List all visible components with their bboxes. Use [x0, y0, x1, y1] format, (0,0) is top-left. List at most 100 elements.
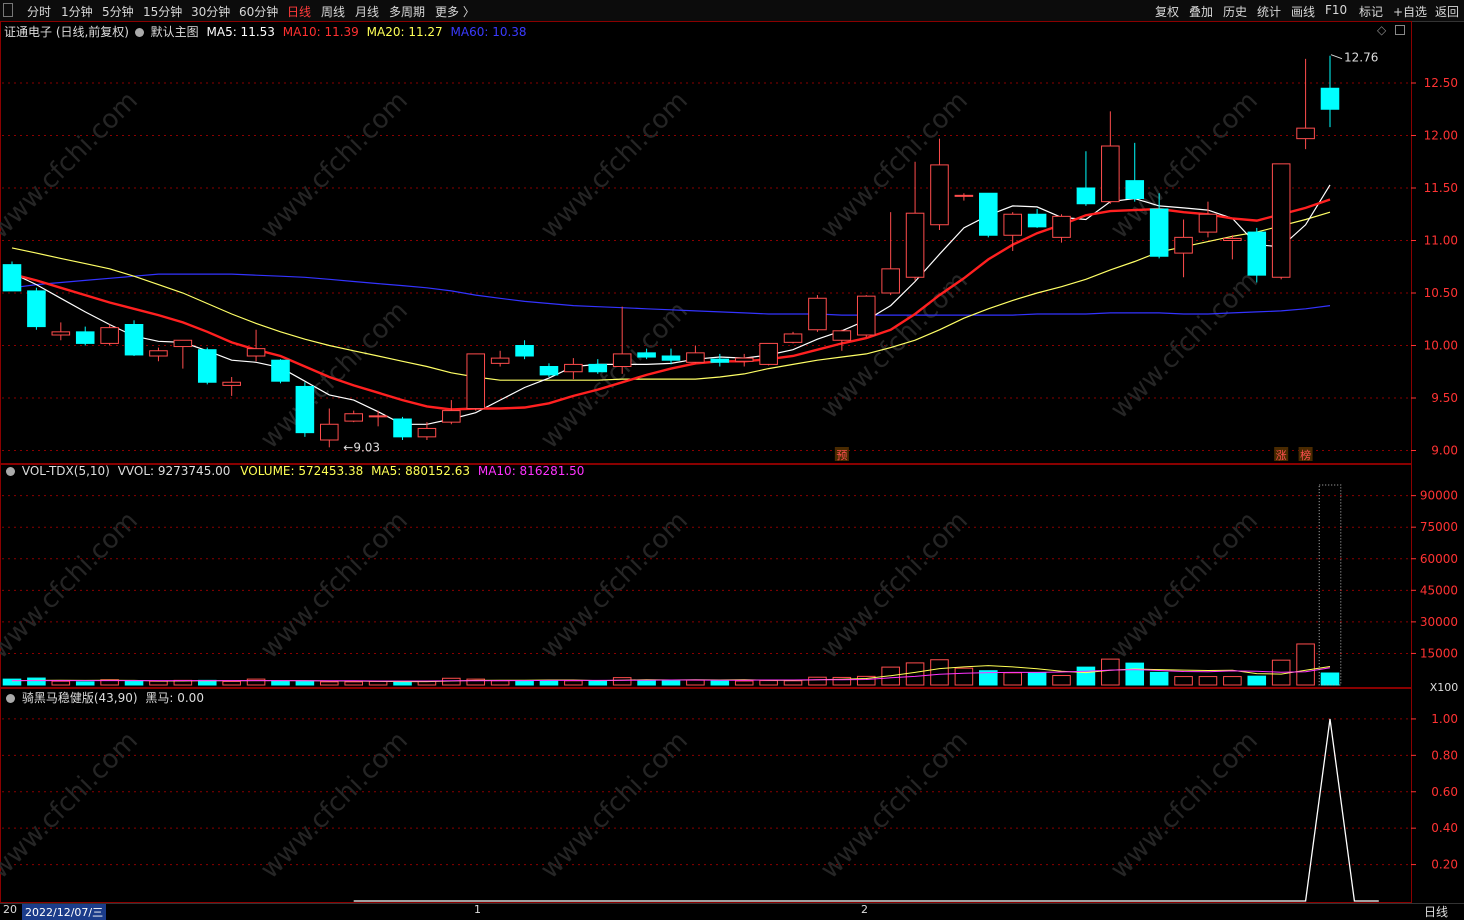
period-tab-1[interactable]: 1分钟 [61, 3, 93, 20]
candle-body-29 [710, 358, 730, 363]
toolbar-button-0[interactable]: 复权 [1155, 3, 1179, 20]
candle-body-17 [417, 427, 437, 438]
candle-6 [149, 347, 168, 362]
candle-52 [1271, 163, 1291, 280]
watermark-text-1: www.cfchi.com [255, 86, 414, 245]
period-tab-6[interactable]: 日线 [287, 3, 311, 20]
vol-bar-50 [1223, 676, 1242, 686]
vol-bar-44 [1076, 666, 1096, 686]
vol-bar-10 [246, 678, 266, 686]
period-tab-7[interactable]: 周线 [321, 3, 345, 20]
vol-bar-51 [1247, 675, 1267, 686]
vol-name[interactable]: VOL-TDX(5,10) [22, 464, 110, 478]
candle-28 [686, 345, 705, 364]
candle-15 [368, 410, 388, 427]
toolbar-button-1[interactable]: 叠加 [1189, 3, 1213, 20]
candle-14 [344, 410, 363, 423]
candle-body-43 [1052, 215, 1071, 238]
candle-3 [75, 326, 95, 346]
period-tab-0[interactable]: 分时 [27, 3, 51, 20]
vol-bar-24 [588, 680, 608, 686]
period-tab-4[interactable]: 30分钟 [191, 3, 230, 20]
candle-body-8 [197, 349, 217, 383]
watermark-text-8: www.cfchi.com [815, 506, 974, 665]
candle-body-38 [930, 164, 949, 226]
candle-37 [905, 161, 925, 281]
candle-body-33 [808, 297, 827, 331]
vol-bar-2 [51, 680, 71, 686]
settings-icon[interactable] [6, 694, 15, 703]
vol-bar-31 [759, 680, 778, 686]
vol-bar-26 [637, 679, 656, 686]
candle-body-50 [1223, 237, 1242, 241]
watermark-text-7: www.cfchi.com [535, 506, 694, 665]
month-mark-1: 1 [474, 903, 481, 916]
indicator-name[interactable]: 骑黑马稳健版(43,90) [22, 691, 138, 705]
watermark-text-3: www.cfchi.com [815, 86, 974, 245]
candle-43 [1052, 214, 1071, 243]
toolbar-button-2[interactable]: 历史 [1223, 3, 1247, 20]
vol-tick-1: 30000 [1420, 615, 1458, 629]
period-tab-9[interactable]: 多周期 [389, 3, 425, 20]
candle-body-51 [1247, 231, 1267, 276]
toolbar-button-4[interactable]: 画线 [1291, 3, 1315, 20]
candle-body-49 [1198, 213, 1218, 233]
period-tab-3[interactable]: 15分钟 [143, 3, 182, 20]
period-tab-8[interactable]: 月线 [355, 3, 379, 20]
candle-body-44 [1076, 187, 1096, 205]
candle-50 [1223, 235, 1242, 260]
watermark-text-14: www.cfchi.com [1105, 726, 1264, 885]
candle-body-37 [905, 212, 925, 278]
window-icon[interactable] [1395, 25, 1405, 35]
candle-4 [100, 324, 119, 346]
vol-bar-41 [1003, 672, 1022, 686]
candle-53 [1296, 58, 1315, 150]
candle-45 [1101, 111, 1120, 204]
volume-value: VOLUME: 572453.38 [240, 464, 364, 478]
template-name[interactable]: 默认主图 [151, 25, 199, 39]
vol-bar-21 [515, 680, 534, 686]
vol-bar-6 [149, 680, 168, 686]
candle-39 [954, 193, 974, 201]
heima-tick-4: 1.00 [1431, 712, 1458, 726]
toolbar-button-3[interactable]: 统计 [1257, 3, 1281, 20]
candlestick-chart[interactable]: www.cfchi.com www.cfchi.com www.cfchi.com w… [0, 21, 1464, 903]
candle-34 [832, 329, 852, 351]
candle-35 [856, 295, 876, 338]
candle-5 [124, 320, 144, 356]
candle-body-19 [466, 353, 486, 409]
vol-bar-37 [905, 662, 925, 686]
toolbar-button-6[interactable]: 标记 [1359, 3, 1383, 20]
candle-41 [1003, 212, 1022, 251]
candle-body-45 [1101, 145, 1120, 203]
settings-icon[interactable] [6, 467, 15, 476]
grip-icon[interactable] [3, 3, 13, 17]
current-date: 2022/12/07/三 [22, 904, 107, 920]
period-tab-2[interactable]: 5分钟 [102, 3, 134, 20]
vol-bar-5 [124, 680, 144, 686]
toolbar-button-8[interactable]: 返回 [1435, 3, 1459, 20]
toolbar-button-7[interactable]: +自选 [1393, 3, 1427, 20]
vol-bar-15 [368, 680, 388, 686]
high-arrow [1330, 54, 1343, 60]
period-tab-5[interactable]: 60分钟 [239, 3, 278, 20]
vol-bar-27 [661, 679, 681, 686]
period-tab-10[interactable]: 更多 〉 [435, 3, 475, 20]
stock-name[interactable]: 证通电子 (日线,前复权) [4, 25, 129, 39]
candle-body-16 [393, 418, 412, 438]
candle-51 [1247, 227, 1267, 283]
candle-body-11 [271, 359, 290, 382]
watermark-text-10: www.cfchi.com [0, 726, 144, 885]
period-indicator[interactable]: 日线 [1424, 903, 1448, 920]
heima-tick-0: 0.20 [1431, 858, 1458, 872]
toolbar-button-5[interactable]: F10 [1325, 3, 1347, 17]
settings-icon[interactable] [134, 28, 144, 37]
diamond-icon[interactable]: ◇ [1377, 23, 1386, 37]
vol-bar-53 [1296, 643, 1315, 686]
marker-2: 榜 [1300, 448, 1311, 462]
vol-bar-25 [612, 677, 632, 686]
candle-body-25 [612, 353, 632, 367]
vol-bar-12 [295, 680, 315, 686]
indicator-info-line: 骑黑马稳健版(43,90) 黑马: 0.00 [4, 689, 204, 706]
vol-bar-54 [1320, 672, 1340, 686]
